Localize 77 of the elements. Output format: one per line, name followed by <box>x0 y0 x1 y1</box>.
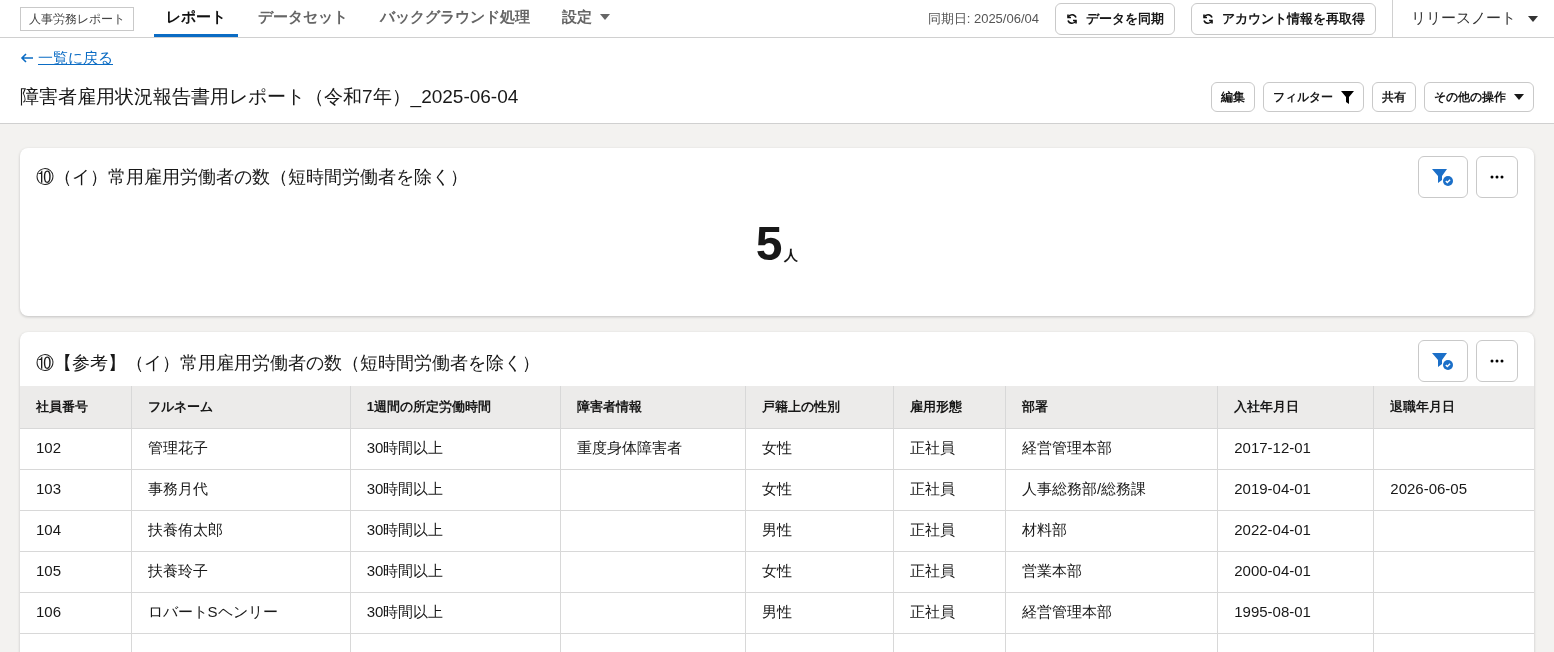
nav-tab[interactable]: 設定 <box>550 0 622 37</box>
table-cell: 30時間以上 <box>366 603 444 621</box>
table-cell: 正社員 <box>910 521 956 539</box>
column-header: 戸籍上の性別 <box>745 386 894 428</box>
action-button[interactable]: 編集 <box>1211 82 1255 112</box>
table-cell: 2000-04-01 <box>1234 562 1311 580</box>
table-cell: 男性 <box>761 603 792 621</box>
table-cell: 管理花子 <box>147 439 208 457</box>
table-cell: 女性 <box>761 439 792 457</box>
table-cell: 103 <box>36 480 62 498</box>
table-cell: 30時間以上 <box>366 439 444 457</box>
column-header: 入社年月日 <box>1217 386 1374 428</box>
table-cell: 正社員 <box>910 439 956 457</box>
caret-icon <box>1528 15 1538 22</box>
table-cell: 重度身体障害者 <box>576 439 682 457</box>
table-cell: 2022-04-01 <box>1234 521 1311 539</box>
table-cell: 2026-06-05 <box>1390 480 1468 498</box>
action-button[interactable]: 共有 <box>1372 82 1416 112</box>
column-header: 社員番号 <box>20 386 132 428</box>
table-cell: 扶養侑太郎 <box>147 521 223 539</box>
sync-date: 同期日: 2025/06/04 <box>927 9 1039 28</box>
column-header: 障害者情報 <box>560 386 746 428</box>
filter-check-icon <box>1431 166 1455 188</box>
table-cell: 105 <box>36 562 62 580</box>
filter-button[interactable] <box>1418 156 1468 198</box>
action-button[interactable]: その他の操作 <box>1424 82 1534 112</box>
column-header: 部署 <box>1005 386 1218 428</box>
table-cell: 1995-08-01 <box>1234 603 1311 621</box>
table-cell: 事務月代 <box>147 480 208 498</box>
table-cell: 女性 <box>761 562 792 580</box>
table-cell: 正社員 <box>910 480 956 498</box>
nav-tab[interactable]: バックグラウンド処理 <box>368 0 542 37</box>
refresh-icon <box>1066 12 1078 25</box>
table-cell: 102 <box>36 439 62 457</box>
report-title: 障害者雇用状況報告書用レポート（令和7年）_2025-06-04 <box>20 84 519 110</box>
table-cell: 2019-04-01 <box>1234 480 1311 498</box>
more-icon <box>1490 175 1504 179</box>
action-button[interactable]: フィルター <box>1263 82 1364 112</box>
card-title: ⑩【参考】（イ）常用雇用労働者の数（短時間労働者を除く） <box>36 352 540 375</box>
refresh-icon <box>1202 12 1214 25</box>
arrow-left-icon <box>20 53 34 63</box>
filter-button[interactable] <box>1418 340 1468 382</box>
table-cell: 30時間以上 <box>366 480 444 498</box>
table-cell: 106 <box>36 603 62 621</box>
column-header: フルネーム <box>131 386 351 428</box>
table-cell: 営業本部 <box>1022 562 1083 580</box>
table-cell: 男性 <box>761 521 792 539</box>
release-notes-menu[interactable]: リリースノート <box>1411 7 1538 30</box>
column-header: 1週間の所定労働時間 <box>350 386 561 428</box>
column-header: 雇用形態 <box>893 386 1006 428</box>
table-cell: 女性 <box>761 480 792 498</box>
table-cell: 30時間以上 <box>366 521 444 539</box>
table-cell: 経営管理本部 <box>1022 603 1113 621</box>
filter-icon <box>1341 90 1354 104</box>
caret-icon <box>1514 94 1524 100</box>
table-cell: 人事総務部/総務課 <box>1022 480 1147 498</box>
table-cell: 104 <box>36 521 62 539</box>
back-link[interactable]: 一覧に戻る <box>20 46 113 70</box>
header-button[interactable]: データを同期 <box>1055 2 1175 35</box>
nav-tab[interactable]: データセット <box>246 0 360 37</box>
metric-unit: 人 <box>784 246 799 265</box>
metric-value: 5 <box>755 220 783 268</box>
table-cell: 扶養玲子 <box>147 562 208 580</box>
table-cell: 2017-12-01 <box>1234 439 1311 457</box>
table-cell: ロバートSヘンリー <box>147 603 278 621</box>
table-cell: 30時間以上 <box>366 562 444 580</box>
table-cell: 材料部 <box>1022 521 1068 539</box>
more-icon <box>1490 359 1504 363</box>
app-label: 人事労務レポート <box>20 6 134 31</box>
filter-check-icon <box>1431 350 1455 372</box>
table-cell: 正社員 <box>910 603 956 621</box>
table-cell: 経営管理本部 <box>1022 439 1113 457</box>
column-header: 退職年月日 <box>1373 386 1534 428</box>
card-title: ⑩（イ）常用雇用労働者の数（短時間労働者を除く） <box>36 166 468 189</box>
header-button[interactable]: アカウント情報を再取得 <box>1191 2 1376 35</box>
caret-icon <box>600 14 610 20</box>
table-cell: 正社員 <box>910 562 956 580</box>
